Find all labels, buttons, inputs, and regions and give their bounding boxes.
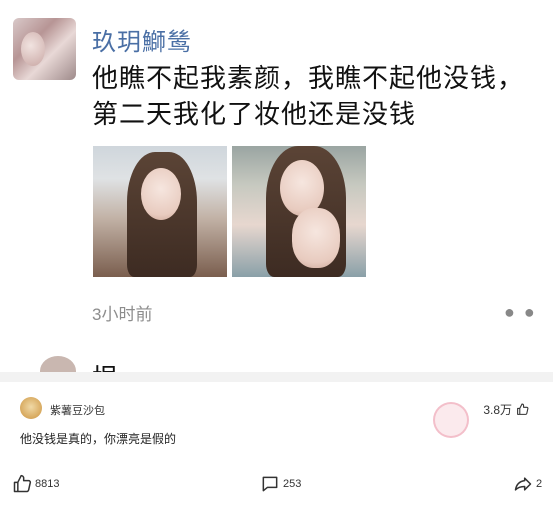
comment-bubble-icon: [260, 474, 280, 494]
comment-like-count: 3.8万: [483, 403, 512, 417]
comment-avatar[interactable]: [20, 397, 42, 419]
like-button[interactable]: 8813: [12, 474, 59, 494]
comment-like-button[interactable]: 3.8万: [483, 401, 529, 418]
post-card: 玖玥鰤鸶 他瞧不起我素颜，我瞧不起他没钱，第二天我化了妆他还是没钱 3小时前 ●…: [0, 0, 553, 372]
next-post-avatar: [40, 356, 76, 372]
comment-author[interactable]: 紫薯豆沙包: [50, 402, 105, 418]
post-time: 3小时前: [92, 305, 153, 324]
comment-button[interactable]: 253: [260, 474, 301, 494]
post-photo-1[interactable]: [93, 146, 227, 277]
section-divider: [0, 372, 553, 382]
thumbs-up-icon: [12, 474, 32, 494]
share-count: 2: [536, 478, 543, 490]
thumbs-up-icon: [516, 403, 529, 416]
more-dots-icon[interactable]: ● ●: [504, 302, 537, 323]
author-avatar[interactable]: [13, 18, 76, 80]
like-count: 8813: [35, 478, 60, 490]
next-post-text: 垠: [92, 358, 118, 372]
stamp-icon: [433, 402, 469, 438]
top-comment: 紫薯豆沙包 3.8万 他没钱是真的，你漂亮是假的: [0, 382, 553, 462]
share-arrow-icon: [513, 474, 533, 494]
action-bar: 8813 253 2: [0, 462, 553, 509]
comment-text: 他没钱是真的，你漂亮是假的: [20, 432, 177, 446]
comment-count: 253: [283, 478, 302, 490]
post-text: 他瞧不起我素颜，我瞧不起他没钱，第二天我化了妆他还是没钱: [92, 63, 525, 129]
author-name[interactable]: 玖玥鰤鸶: [92, 22, 192, 57]
next-post-peek: 垠: [0, 350, 553, 372]
post-photo-2[interactable]: [232, 146, 366, 277]
share-button[interactable]: 2: [513, 474, 542, 494]
